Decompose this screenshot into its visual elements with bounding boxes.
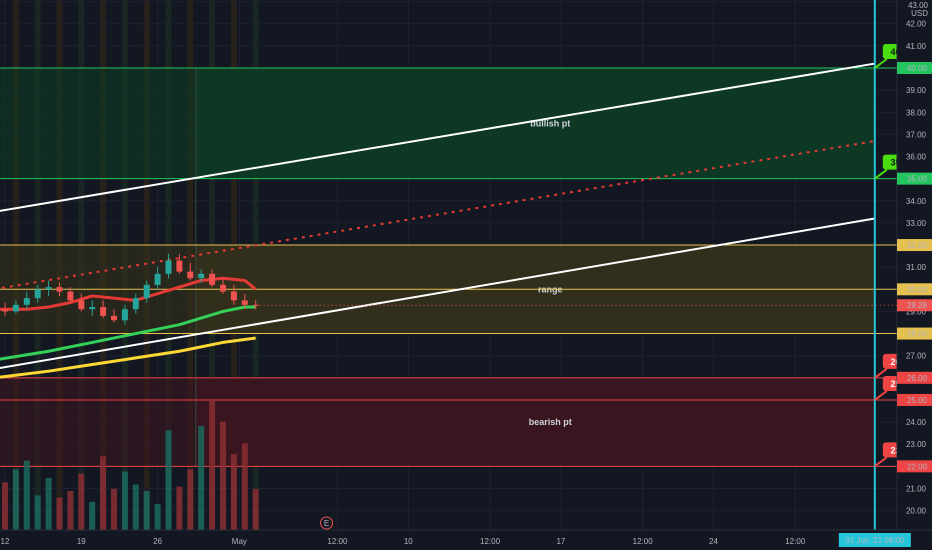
y-tick-label: 36.00 <box>906 153 927 162</box>
y-tick-label: 27.00 <box>906 352 927 361</box>
volume-bar <box>165 430 172 530</box>
volume-bar <box>45 478 52 530</box>
volume-bar <box>154 504 161 530</box>
level-axis-label-text: 40.00 <box>907 64 928 73</box>
candle-body <box>176 260 183 272</box>
volume-bar <box>23 460 30 530</box>
x-tick-label: 24 <box>709 537 718 546</box>
y-tick-label: 23.00 <box>906 440 927 449</box>
y-tick-label: 21.00 <box>906 484 927 493</box>
volume-bar <box>220 421 226 530</box>
level-axis-label-text: 35.00 <box>907 175 928 184</box>
level-axis-label-text: 28.00 <box>907 330 928 339</box>
volume-bar <box>56 497 63 530</box>
candle-body <box>12 304 19 312</box>
volume-bar <box>2 482 8 530</box>
x-tick-label: 17 <box>556 537 565 546</box>
candle-body <box>111 315 117 321</box>
y-tick-label: 33.00 <box>906 219 927 228</box>
volume-bar <box>198 426 205 530</box>
x-tick-label: 10 <box>404 537 413 546</box>
candle-body <box>132 298 139 310</box>
y-tick-label: 31.00 <box>906 263 927 272</box>
candle-body <box>121 309 128 321</box>
candle-body <box>198 273 205 279</box>
y-axis-title: USD <box>911 9 928 18</box>
volume-bar <box>143 491 150 530</box>
x-tick-label: 12 <box>1 537 10 546</box>
candle-body <box>45 287 52 290</box>
x-tick-label: 12:00 <box>785 537 806 546</box>
candle-body <box>209 273 216 285</box>
level-axis-label-text: 30.00 <box>907 285 928 294</box>
candle-body <box>100 307 107 316</box>
candle-body <box>89 307 96 310</box>
y-tick-label: 34.00 <box>906 197 927 206</box>
volume-bar <box>12 469 19 530</box>
candle-body <box>241 300 248 305</box>
volume-bar <box>209 400 216 530</box>
y-tick-label: 42.00 <box>906 20 927 29</box>
volume-bar <box>176 486 183 530</box>
candle-body <box>143 284 150 299</box>
volume-bar <box>241 443 248 530</box>
zone-label: bearish pt <box>529 417 572 427</box>
candle-body <box>34 289 41 299</box>
candle-body <box>56 287 63 292</box>
current-price-axis-label-text: 29.28 <box>907 301 928 310</box>
y-axis-unit-label: 43.00 USD <box>908 2 928 18</box>
volume-bar <box>132 484 139 530</box>
candle-body <box>2 309 8 312</box>
volume-bar <box>187 469 194 530</box>
x-tick-label: May <box>232 537 247 546</box>
chart-canvas[interactable]: bullish ptrangebearish pt40.0035.0026.00… <box>0 0 932 550</box>
x-tick-label: 19 <box>77 537 86 546</box>
candle-body <box>67 291 74 301</box>
time-marker-axis-label-text: 01 Jun '21 08:00 <box>845 536 904 545</box>
x-tick-label: 12:00 <box>633 537 654 546</box>
candle-body <box>154 273 161 285</box>
candle-body <box>230 291 237 301</box>
y-tick-label: 41.00 <box>906 42 927 51</box>
volume-bar <box>78 473 85 530</box>
level-axis-label-text: 32.00 <box>907 241 928 250</box>
volume-bar <box>67 491 74 530</box>
volume-bar <box>100 456 107 530</box>
y-tick-label: 24.00 <box>906 418 927 427</box>
y-tick-label: 37.00 <box>906 130 927 139</box>
volume-bar <box>89 501 96 530</box>
candle-body <box>165 260 172 274</box>
earnings-marker-label: E <box>324 519 329 528</box>
candle-body <box>220 284 226 292</box>
volume-bar <box>121 471 128 530</box>
zone-left-extension <box>0 68 196 179</box>
x-tick-label: 12:00 <box>480 537 501 546</box>
x-tick-label: 26 <box>153 537 162 546</box>
candle-body <box>187 271 194 279</box>
y-tick-label: 20.00 <box>906 507 927 516</box>
volume-bar <box>230 454 237 530</box>
level-axis-label-text: 22.00 <box>907 462 928 471</box>
volume-bar <box>252 488 259 530</box>
y-tick-label: 38.00 <box>906 108 927 117</box>
candle-body <box>23 298 30 305</box>
x-tick-label: 12:00 <box>327 537 348 546</box>
level-axis-label-text: 26.00 <box>907 374 928 383</box>
y-tick-label: 39.00 <box>906 86 927 95</box>
volume-bar <box>111 488 117 530</box>
candle-body <box>78 300 85 310</box>
volume-bar <box>34 495 41 530</box>
level-axis-label-text: 25.00 <box>907 396 928 405</box>
